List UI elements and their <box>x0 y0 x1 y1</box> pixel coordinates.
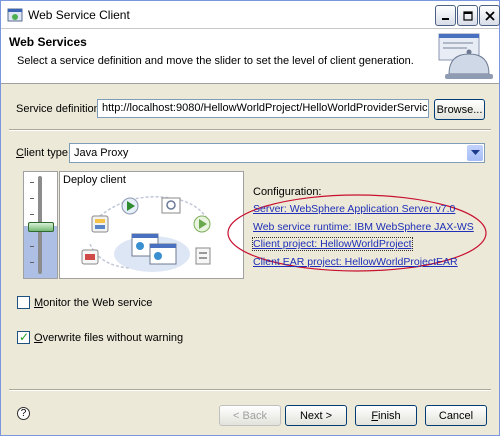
monitor-label: Monitor the Web service <box>34 297 153 309</box>
slider-tick <box>30 182 34 183</box>
minimize-icon <box>441 17 449 20</box>
title-bar: Web Service Client <box>1 1 500 29</box>
close-button[interactable] <box>479 5 500 26</box>
wizard-window: Web Service Client Web Services Select a… <box>0 0 500 436</box>
page-heading: Web Services <box>9 35 87 49</box>
slider-tick <box>30 214 34 215</box>
checkmark-icon: ✓ <box>19 330 30 344</box>
back-button[interactable]: < Back <box>219 405 281 426</box>
service-definition-field[interactable]: http://localhost:9080/HellowWorldProject… <box>97 99 429 118</box>
deploy-stage-graphic: Deploy client <box>59 171 244 279</box>
browse-button[interactable]: Browse... <box>434 99 485 120</box>
client-project-link[interactable]: Client project: HellowWorldProject <box>252 237 413 251</box>
footer-separator <box>9 389 491 391</box>
client-ear-project-link[interactable]: Client EAR project: HellowWorldProjectEA… <box>253 256 458 268</box>
maximize-icon <box>462 10 473 21</box>
close-icon <box>484 10 495 21</box>
slider-tick <box>30 262 34 263</box>
overwrite-checkbox[interactable]: ✓ <box>17 331 30 344</box>
cancel-button[interactable]: Cancel <box>425 405 487 426</box>
client-type-value: Java Proxy <box>74 147 129 159</box>
help-icon[interactable]: ? <box>17 407 30 420</box>
finish-button[interactable]: Finish <box>355 405 417 426</box>
runtime-link[interactable]: Web service runtime: IBM WebSphere JAX-W… <box>253 221 474 233</box>
web-service-app-icon <box>7 8 23 22</box>
slider-tick <box>30 198 34 199</box>
window-title: Web Service Client <box>28 8 130 22</box>
client-type-dropdown[interactable]: Java Proxy <box>69 143 485 163</box>
server-link[interactable]: Server: WebSphere Application Server v7.… <box>253 203 455 215</box>
maximize-button[interactable] <box>457 5 478 26</box>
service-definition-label: Service definition: <box>16 103 103 115</box>
slider-thumb[interactable] <box>28 222 54 232</box>
monitor-checkbox[interactable] <box>17 296 30 309</box>
chevron-down-icon[interactable] <box>467 145 483 161</box>
minimize-button[interactable] <box>435 5 456 26</box>
stage-caption: Deploy client <box>63 174 126 186</box>
next-button[interactable]: Next > <box>285 405 347 426</box>
client-type-label: Client type: <box>16 147 72 159</box>
separator <box>9 129 491 131</box>
wizard-banner: Web Services Select a service definition… <box>1 29 499 84</box>
client-deployment-illustration <box>81 196 211 272</box>
page-description: Select a service definition and move the… <box>17 55 414 67</box>
overwrite-label: Overwrite files without warning <box>34 332 184 344</box>
slider-tick <box>30 246 34 247</box>
service-bell-icon <box>438 33 493 79</box>
client-generation-slider[interactable] <box>23 171 58 279</box>
